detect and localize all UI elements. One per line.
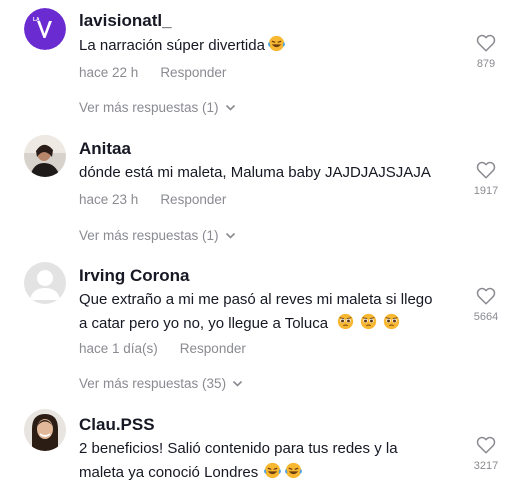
heart-icon[interactable] — [476, 436, 496, 454]
profile-photo-icon — [24, 135, 66, 177]
like-control[interactable]: 1917 — [466, 161, 506, 197]
reply-button[interactable]: Responder — [160, 192, 226, 207]
comment-text: La narración súper divertida — [79, 34, 469, 60]
comment-text: 2 beneficios! Salió contenido para tus r… — [79, 437, 469, 487]
profile-photo-icon — [24, 409, 66, 451]
view-more-replies-button[interactable]: Ver más respuestas (1) — [79, 228, 236, 243]
reply-button[interactable]: Responder — [160, 65, 226, 80]
avatar[interactable] — [24, 262, 66, 304]
view-more-replies-button[interactable]: Ver más respuestas (1) — [79, 100, 236, 115]
comment-text: Que extraño a mi me pasó al reves mi mal… — [79, 288, 469, 338]
view-more-replies-label: Ver más respuestas (1) — [79, 228, 219, 243]
pleading-face-emoji-icon — [360, 313, 377, 338]
comment-body-continued: maleta ya conoció Londres — [79, 464, 259, 481]
heart-icon[interactable] — [476, 161, 496, 179]
pleading-face-emoji-icon — [337, 313, 354, 338]
comment-body: dónde está mi maleta, Maluma baby JAJDJA… — [79, 164, 431, 181]
default-avatar-icon — [24, 262, 66, 304]
avatar[interactable] — [24, 135, 66, 177]
laughing-tears-emoji-icon — [285, 462, 303, 487]
view-more-replies-button[interactable]: Ver más respuestas (35) — [79, 376, 243, 391]
comment-body-continued: a catar pero yo no, yo llegue a Toluca — [79, 315, 329, 332]
comment-time: hace 22 h — [79, 65, 139, 80]
chevron-down-icon — [233, 380, 243, 387]
comment-username[interactable]: Anitaa — [79, 139, 131, 159]
comment-body-line: Que extraño a mi me pasó al reves mi mal… — [79, 291, 433, 308]
comment-time: hace 23 h — [79, 192, 139, 207]
comment-username[interactable]: Irving Corona — [79, 266, 190, 286]
comment-body: La narración súper divertida — [79, 37, 265, 54]
comment-body-line-2: maleta ya conoció Londres — [79, 461, 469, 487]
comment-body-line: 2 beneficios! Salió contenido para tus r… — [79, 440, 398, 457]
like-count: 1917 — [473, 185, 499, 197]
like-control[interactable]: 3217 — [466, 436, 506, 472]
avatar[interactable] — [24, 409, 66, 451]
like-count: 3217 — [473, 460, 499, 472]
like-control[interactable]: 879 — [466, 34, 506, 70]
laughing-tears-emoji-icon — [268, 35, 285, 60]
like-count: 5664 — [473, 311, 499, 323]
view-more-replies-label: Ver más respuestas (35) — [79, 376, 227, 391]
comment-body-line-2: a catar pero yo no, yo llegue a Toluca — [79, 312, 469, 338]
laughing-tears-emoji-icon — [264, 462, 282, 487]
comment-time: hace 1 día(s) — [79, 341, 158, 356]
comment-meta: hace 22 h Responder — [79, 65, 226, 80]
view-more-replies-label: Ver más respuestas (1) — [79, 100, 219, 115]
chevron-down-icon — [225, 104, 235, 111]
heart-icon[interactable] — [476, 34, 496, 52]
avatar[interactable]: LA — [24, 8, 66, 50]
chevron-down-icon — [225, 232, 235, 239]
heart-icon[interactable] — [476, 287, 496, 305]
comment-text: dónde está mi maleta, Maluma baby JAJDJA… — [79, 161, 469, 185]
like-control[interactable]: 5664 — [466, 287, 506, 323]
pleading-face-emoji-icon — [383, 313, 400, 338]
comment-username[interactable]: lavisionatl_ — [79, 11, 172, 31]
lavision-logo-icon: LA — [24, 8, 66, 50]
comment-meta: hace 1 día(s) Responder — [79, 341, 246, 356]
comment-meta: hace 23 h Responder — [79, 192, 226, 207]
like-count: 879 — [476, 58, 496, 70]
reply-button[interactable]: Responder — [180, 341, 246, 356]
comment-username[interactable]: Clau.PSS — [79, 415, 155, 435]
